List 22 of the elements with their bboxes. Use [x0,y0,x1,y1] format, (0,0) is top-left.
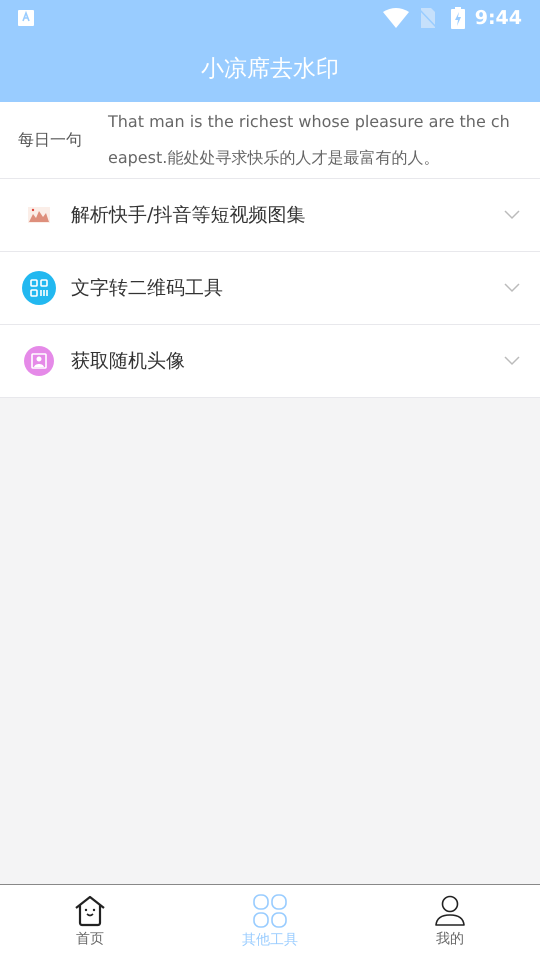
home-icon [74,895,106,927]
keyboard-app-icon [18,10,34,26]
tool-row[interactable]: 获取随机头像 [0,325,540,398]
tool-label: 文字转二维码工具 [71,276,224,301]
qr-code-icon [22,271,56,305]
tool-row[interactable]: 解析快手/抖音等短视频图集 [0,179,540,252]
wifi-icon [382,8,409,28]
tool-row[interactable]: 文字转二维码工具 [0,252,540,325]
portrait-icon [24,346,54,376]
app-title: 小凉席去水印 [201,54,339,84]
daily-quote-text: That man is the richest whose pleasure are the cheapest.能处处寻求快乐的人才是最富有的人。 [108,111,511,169]
mountain-picture-icon [28,207,50,223]
tab-item[interactable]: 我的 [360,885,540,960]
tool-label: 解析快手/抖音等短视频图集 [71,202,306,228]
battery-charging-icon [450,7,465,29]
daily-quote-label: 每日一句 [17,129,83,151]
status-time: 9:44 [474,6,522,31]
no-sim-icon [418,8,437,28]
tool-label: 获取随机头像 [71,348,186,374]
grid-icon [252,894,288,928]
user-icon [435,895,465,927]
tab-item[interactable]: 首页 [0,885,180,960]
